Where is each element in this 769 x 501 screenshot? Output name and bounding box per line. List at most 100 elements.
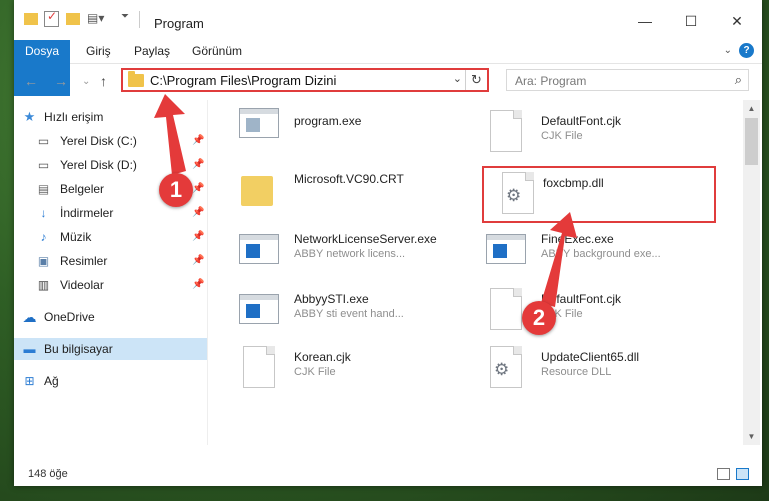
customize-toolbar-icon[interactable]: ▤▾ [87,11,104,27]
sidebar-item-label: Videolar [60,278,104,292]
drive-icon: ▭ [37,158,50,172]
sidebar-item-local-disk-c[interactable]: ▭ Yerel Disk (C:) 📌 [14,130,207,152]
scroll-down-icon[interactable]: ▼ [743,428,760,445]
file-name: Korean.cjk [294,350,351,364]
cjk-file-icon [484,108,524,156]
file-name: DefaultFont.cjk [541,292,622,306]
file-name: UpdateClient65.dll [541,350,640,364]
document-icon: ▤ [37,182,50,196]
vertical-scrollbar[interactable]: ▲ ▼ [743,100,760,445]
file-name: Microsoft.VC90.CRT [294,172,404,186]
tab-view[interactable]: Görünüm [192,40,242,63]
explorer-window: ✓ ▤▾ ⏷ Program — ☐ ✕ Dosya Giriş Paylaş … [14,0,762,486]
tab-home[interactable]: Giriş [86,40,111,63]
file-description: ABBY network licens... [294,248,406,260]
file-name: program.exe [294,114,362,128]
file-item[interactable]: DefaultFont.cjk CJK File [484,108,724,164]
file-name: FineExec.exe [541,232,614,246]
tab-share[interactable]: Paylaş [134,40,170,63]
search-box[interactable]: ⌕ [506,69,749,91]
file-item[interactable]: ⚙ UpdateClient65.dll Resource DLL [484,344,724,400]
file-item[interactable]: DefaultFont.cjk CJK File [484,286,724,342]
file-item[interactable]: AbbyySTI.exe ABBY sti event hand... [237,286,477,342]
dll-file-icon: ⚙ [484,344,524,392]
file-description: ABBY background exe... [541,248,661,260]
file-list: program.exe DefaultFont.cjk CJK File Mic… [209,100,742,445]
address-bar[interactable]: C:\Program Files\Program Dizini ⌄ ↻ [121,68,489,92]
pin-icon: 📌 [192,135,205,146]
up-button[interactable]: ↑ [100,73,107,89]
sidebar-item-videos[interactable]: ▥ Videolar 📌 [14,274,207,296]
navigation-pane: ★ Hızlı erişim ▭ Yerel Disk (C:) 📌 ▭ Yer… [14,100,208,445]
file-item[interactable]: Microsoft.VC90.CRT [237,166,477,222]
close-button[interactable]: ✕ [714,6,760,36]
file-item[interactable]: NetworkLicenseServer.exe ABBY network li… [237,226,477,282]
pin-icon: 📌 [192,159,205,170]
file-description: Resource DLL [541,366,612,378]
computer-icon: ▬ [23,342,36,356]
item-count: 148 öğe [28,468,68,480]
sidebar-item-network[interactable]: ⊞ Ağ [14,370,207,392]
video-icon: ▥ [37,278,50,292]
sidebar-item-label: İndirmeler [60,206,114,220]
forward-button[interactable]: → [54,73,68,89]
step-badge-1: 1 [159,173,193,207]
exe-icon [237,108,279,156]
details-view-icon[interactable] [717,468,730,480]
ribbon-expand-icon[interactable]: ⌄ [724,45,732,56]
help-icon[interactable]: ? [739,43,754,58]
file-item[interactable]: FineExec.exe ABBY background exe... [484,226,724,282]
address-dropdown-icon[interactable]: ⌄ [453,72,462,85]
cjk-file-icon [237,344,277,392]
maximize-button[interactable]: ☐ [668,6,714,36]
back-button[interactable]: ← [24,73,38,89]
pin-icon: 📌 [192,255,205,266]
file-name: DefaultFont.cjk [541,114,622,128]
file-item[interactable]: Korean.cjk CJK File [237,344,477,400]
status-bar: 148 öğe [14,462,762,486]
pin-icon: 📌 [192,207,205,218]
drive-icon: ▭ [37,134,50,148]
new-folder-icon[interactable] [66,11,80,27]
sidebar-item-label: Bu bilgisayar [44,342,113,356]
minimize-button[interactable]: — [622,6,668,36]
pin-icon: 📌 [192,231,205,242]
sidebar-item-onedrive[interactable]: ☁ OneDrive [14,306,207,328]
music-icon: ♪ [40,230,47,244]
exe-icon [237,226,279,274]
address-text[interactable]: C:\Program Files\Program Dizini [150,73,336,88]
scroll-thumb[interactable] [745,118,758,165]
folder-icon [128,71,144,87]
title-bar: ✓ ▤▾ ⏷ Program — ☐ ✕ [14,0,762,38]
sidebar-item-label: Yerel Disk (C:) [60,134,137,148]
folder-icon [237,166,277,214]
sidebar-item-music[interactable]: ♪ Müzik 📌 [14,226,207,248]
sidebar-item-label: Müzik [60,230,92,244]
pin-icon: 📌 [192,279,205,290]
highlight-box [482,166,716,223]
sidebar-item-this-pc[interactable]: ▬ Bu bilgisayar [14,338,207,360]
properties-icon[interactable]: ✓ [44,9,59,27]
sidebar-item-label: Hızlı erişim [44,110,104,124]
folder-icon [24,11,38,27]
title-separator [139,11,140,28]
exe-icon [484,226,526,274]
file-description: ABBY sti event hand... [294,308,404,320]
ribbon-tabs: Dosya Giriş Paylaş Görünüm ⌄ ? [14,40,762,96]
file-item[interactable]: program.exe [237,108,477,164]
sidebar-item-label: OneDrive [44,310,95,324]
star-icon: ★ [23,109,36,124]
pin-icon: 📌 [192,183,205,194]
navigation-bar: ← → ⌄ ↑ C:\Program Files\Program Dizini … [14,64,762,98]
search-input[interactable] [513,73,717,89]
sidebar-item-label: Belgeler [60,182,105,196]
file-description: CJK File [294,366,336,378]
recent-locations-button[interactable]: ⌄ [82,76,90,87]
scroll-up-icon[interactable]: ▲ [743,100,760,117]
search-icon[interactable]: ⌕ [735,72,742,88]
sidebar-item-quick-access[interactable]: ★ Hızlı erişim [14,106,207,128]
sidebar-item-pictures[interactable]: ▣ Resimler 📌 [14,250,207,272]
large-icons-view-icon[interactable] [736,468,749,480]
refresh-button[interactable]: ↻ [465,70,487,90]
quick-access-dropdown-icon[interactable]: ⏷ [121,11,129,27]
